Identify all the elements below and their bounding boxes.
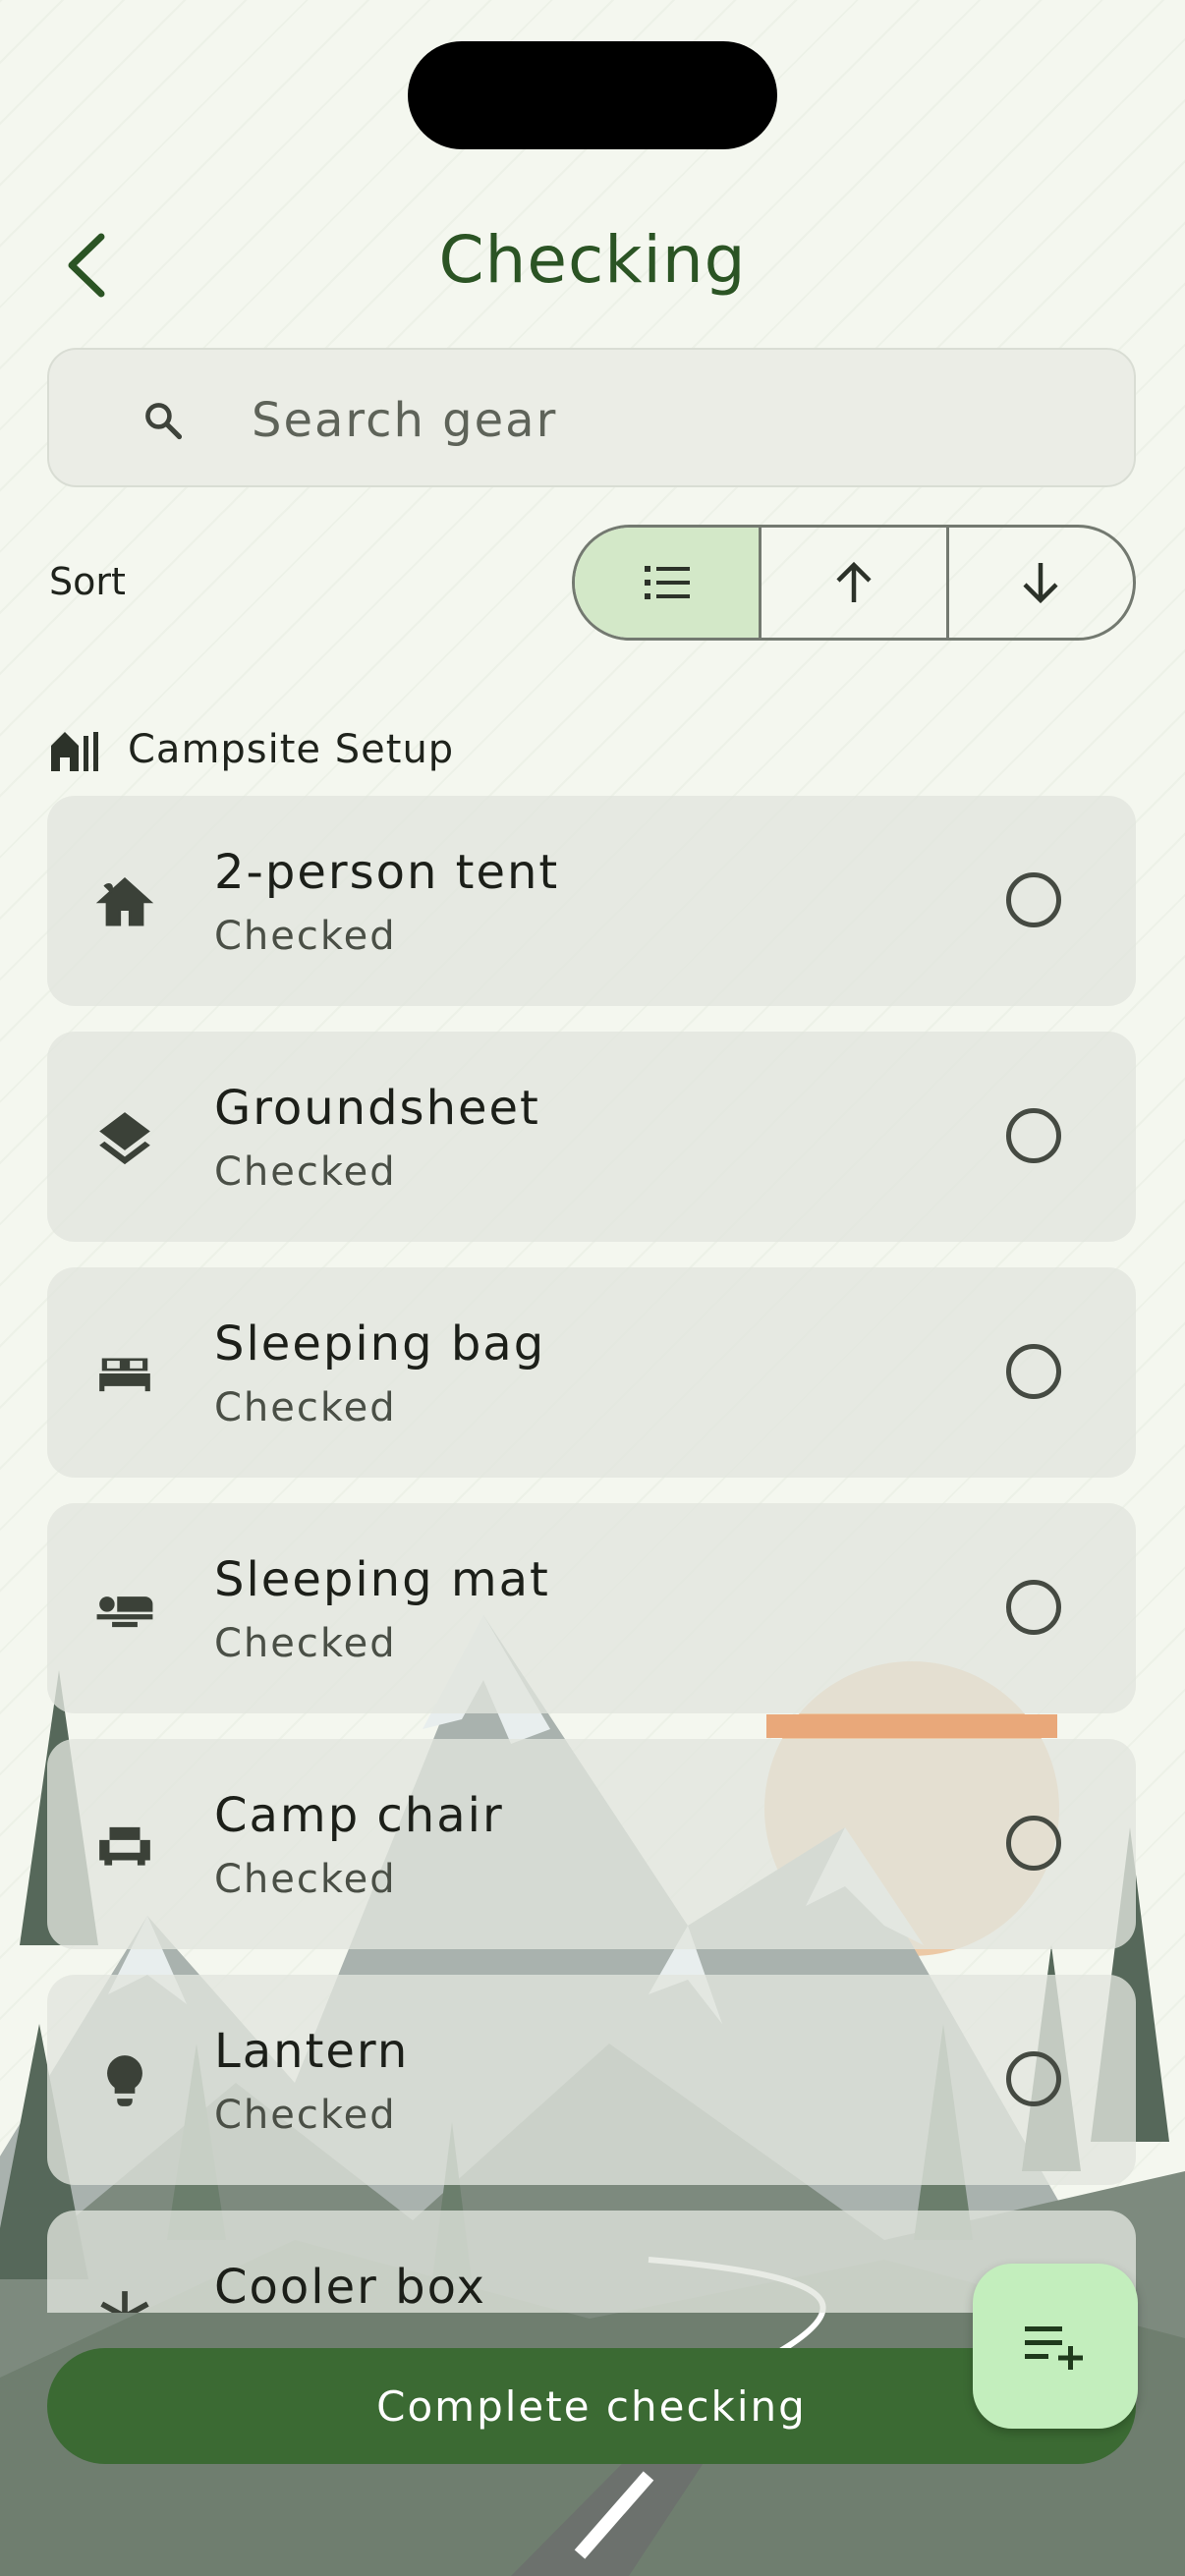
gear-item-status: Checked	[214, 1857, 397, 1902]
sort-label: Sort	[49, 560, 126, 603]
cabin-icon	[51, 732, 98, 771]
lightbulb-icon	[107, 2055, 142, 2106]
cabin-icon	[95, 877, 154, 926]
sort-ascending-button[interactable]	[759, 528, 945, 638]
check-radio[interactable]	[1006, 1816, 1061, 1871]
search-bar[interactable]	[47, 348, 1136, 487]
gear-item-card[interactable]: Sleeping mat Checked	[47, 1503, 1136, 1713]
chair-icon	[99, 1826, 150, 1866]
sort-segmented-control	[572, 525, 1136, 641]
gear-item-status: Checked	[214, 2093, 397, 2138]
snowflake-icon	[100, 2291, 149, 2313]
layers-icon	[99, 1112, 150, 1165]
check-radio[interactable]	[1006, 872, 1061, 927]
sort-descending-button[interactable]	[945, 528, 1133, 638]
gear-item-status: Checked	[214, 1385, 397, 1430]
gear-item-name: Groundsheet	[214, 1081, 540, 1136]
search-icon	[145, 403, 183, 440]
check-radio[interactable]	[1006, 2051, 1061, 2106]
add-item-fab[interactable]	[973, 2264, 1138, 2429]
section-header: Campsite Setup	[49, 727, 454, 772]
check-radio[interactable]	[1006, 1344, 1061, 1399]
gear-item-status: Checked	[214, 1149, 397, 1195]
gear-item-status: Checked	[214, 1621, 397, 1666]
dynamic-island	[408, 41, 777, 149]
arrow-up-icon	[836, 561, 872, 602]
gear-item-card[interactable]: 2-person tent Checked	[47, 796, 1136, 1006]
gear-item-card[interactable]: Sleeping bag Checked	[47, 1267, 1136, 1478]
gear-item-name: 2-person tent	[214, 845, 560, 900]
search-input[interactable]	[250, 385, 1099, 456]
gear-item-name: Sleeping mat	[214, 1552, 550, 1607]
mat-icon	[96, 1596, 153, 1628]
gear-item-name: Lantern	[214, 2024, 410, 2079]
section-title: Campsite Setup	[128, 727, 455, 772]
page-title: Checking	[438, 222, 747, 298]
gear-item-name: Cooler box	[214, 2260, 486, 2313]
sort-default-button[interactable]	[575, 528, 760, 638]
check-radio[interactable]	[1006, 1580, 1061, 1635]
gear-item-card[interactable]: Lantern Checked	[47, 1975, 1136, 2185]
gear-list: 2-person tent Checked Groundsheet Checke…	[47, 796, 1138, 2313]
gear-item-card[interactable]: Camp chair Checked	[47, 1739, 1136, 1949]
check-radio[interactable]	[1006, 1108, 1061, 1163]
list-icon	[644, 566, 690, 599]
playlist-add-icon	[1025, 2326, 1083, 2370]
gear-item-status: Checked	[214, 914, 397, 959]
gear-item-name: Sleeping bag	[214, 1316, 546, 1372]
gear-item-card[interactable]: Groundsheet Checked	[47, 1032, 1136, 1242]
arrow-down-icon	[1023, 563, 1058, 604]
bed-icon	[99, 1358, 150, 1392]
gear-item-name: Camp chair	[214, 1788, 504, 1843]
